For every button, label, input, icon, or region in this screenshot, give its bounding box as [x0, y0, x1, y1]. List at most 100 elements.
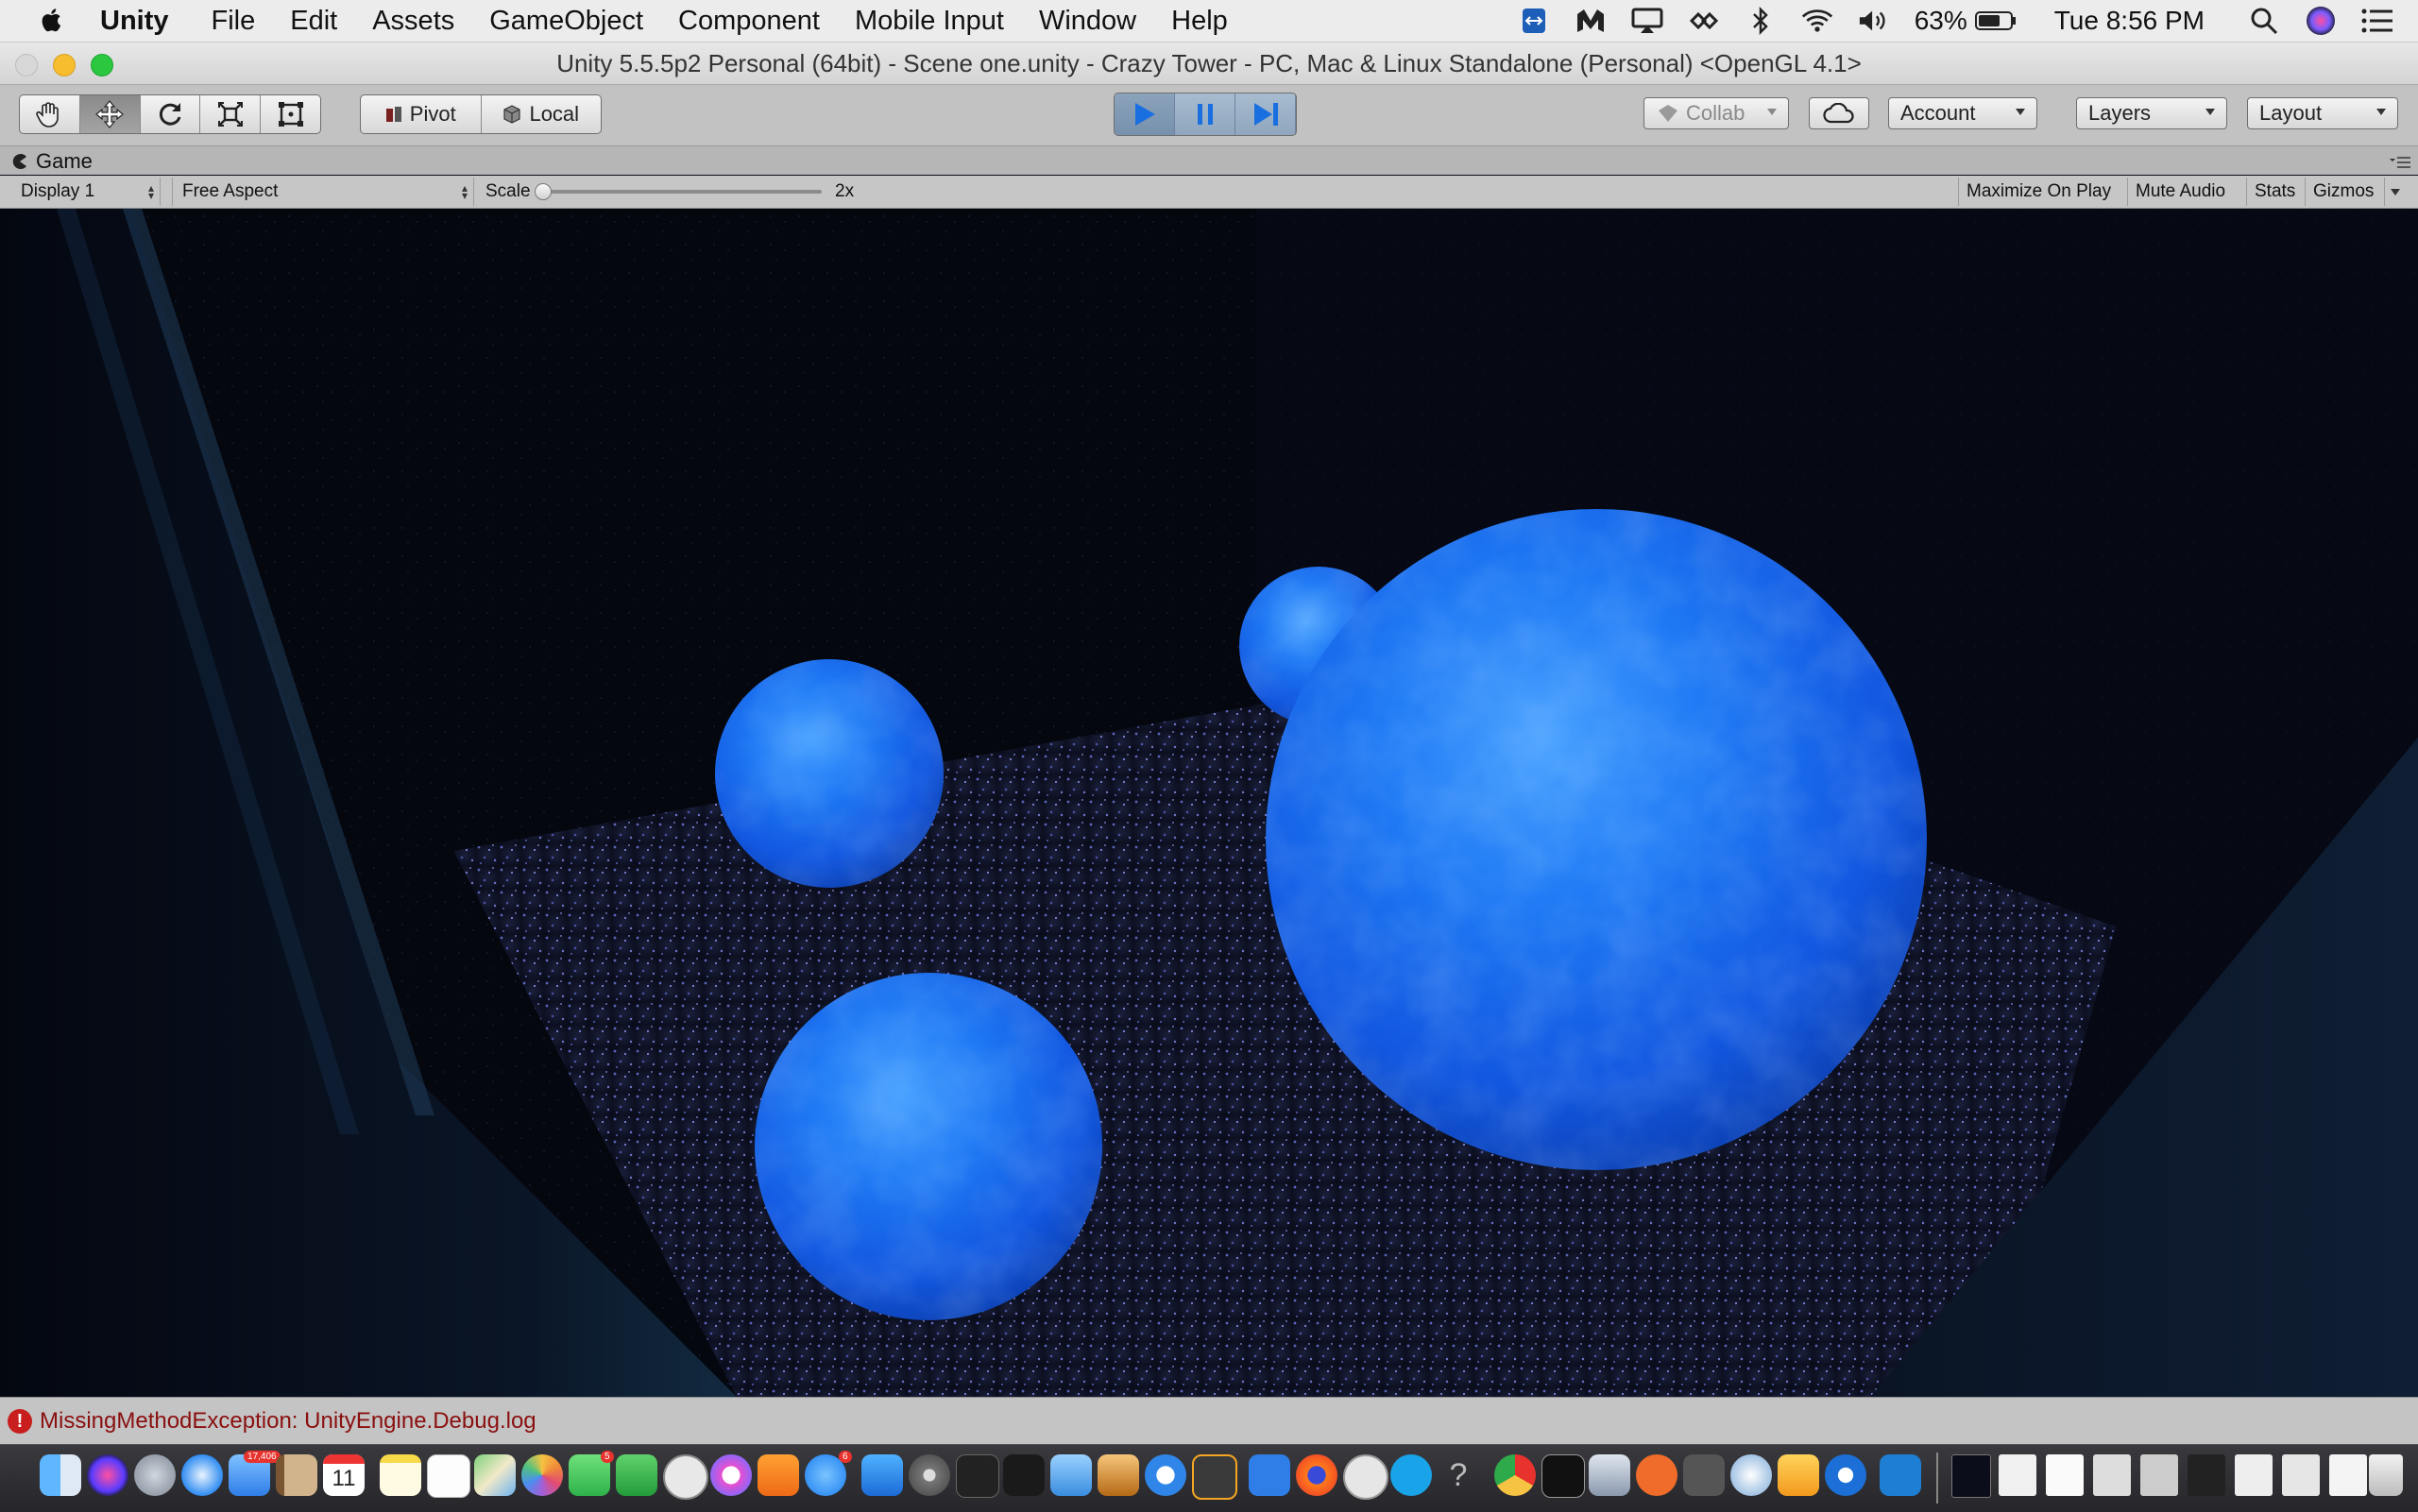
menu-mobile-input[interactable]: Mobile Input [855, 6, 1004, 37]
volume-icon[interactable] [1858, 5, 1890, 37]
menu-component[interactable]: Component [678, 6, 820, 37]
xcode-icon[interactable] [861, 1454, 903, 1496]
disabled-app-icon[interactable] [1343, 1454, 1388, 1500]
play-button[interactable] [1115, 93, 1175, 135]
stats-toggle[interactable]: Stats [2246, 178, 2303, 206]
photos-icon[interactable] [521, 1454, 563, 1496]
battery-icon[interactable] [1974, 5, 2017, 37]
generic-app-icon[interactable] [1050, 1454, 1092, 1496]
window-thumbnail-icon[interactable] [2235, 1454, 2273, 1496]
layout-dropdown[interactable]: Layout [2247, 97, 2398, 129]
menu-assets[interactable]: Assets [372, 6, 454, 37]
system-preferences-icon[interactable] [909, 1454, 950, 1496]
sketch-icon[interactable] [1778, 1454, 1819, 1496]
ibooks-icon[interactable] [758, 1454, 799, 1496]
maps-icon[interactable] [474, 1454, 516, 1496]
collab-dropdown[interactable]: Collab [1643, 97, 1789, 129]
apple-menu-icon[interactable] [36, 5, 68, 37]
postman-icon[interactable] [1636, 1454, 1677, 1496]
contacts-icon[interactable] [276, 1454, 317, 1496]
move-tool-button[interactable] [79, 95, 141, 133]
link-icon[interactable] [1688, 5, 1720, 37]
gizmos-toggle[interactable]: Gizmos [2305, 178, 2381, 206]
step-button[interactable] [1235, 93, 1296, 135]
gizmos-dropdown-arrow[interactable] [2384, 178, 2406, 206]
unity-icon[interactable] [956, 1454, 999, 1498]
downloads-icon[interactable] [2282, 1454, 2320, 1496]
scanner-icon[interactable] [1589, 1454, 1630, 1496]
numbers-icon[interactable] [616, 1454, 657, 1496]
maximize-on-play-toggle[interactable]: Maximize On Play [1958, 178, 2119, 206]
siri-icon[interactable] [2305, 5, 2337, 37]
window-thumbnail-icon[interactable] [2188, 1454, 2225, 1496]
visual-studio-code-icon[interactable] [1880, 1454, 1921, 1496]
dock-separator [1936, 1453, 1938, 1504]
rotate-tool-button[interactable] [141, 95, 201, 133]
launchpad-icon[interactable] [134, 1454, 176, 1496]
chevron-down-icon [2205, 109, 2215, 115]
safari-icon[interactable] [181, 1454, 223, 1496]
help-icon[interactable]: ? [1438, 1454, 1479, 1496]
skype-icon[interactable] [1390, 1454, 1432, 1496]
menu-clock[interactable]: Tue 8:56 PM [2054, 6, 2205, 36]
window-thumbnail-icon[interactable] [2046, 1454, 2084, 1496]
calendar-icon[interactable]: 11 [323, 1454, 365, 1496]
chrome-icon[interactable] [1494, 1454, 1536, 1496]
visual-studio-icon[interactable] [1145, 1454, 1186, 1496]
layers-dropdown[interactable]: Layers [2076, 97, 2227, 129]
finder-icon[interactable] [40, 1454, 81, 1496]
trash-icon[interactable] [2369, 1454, 2403, 1496]
keychain-icon[interactable] [1683, 1454, 1725, 1496]
malwarebytes-icon[interactable] [1575, 5, 1607, 37]
transform-tools [19, 94, 321, 134]
sublime-text-icon[interactable] [1192, 1454, 1237, 1500]
scale-tool-button[interactable] [200, 95, 262, 133]
network-icon[interactable] [1730, 1454, 1772, 1496]
rect-tool-button[interactable] [261, 95, 320, 133]
reminders-icon[interactable] [427, 1454, 470, 1498]
scale-slider-thumb[interactable] [535, 183, 552, 200]
itunes-icon[interactable] [710, 1454, 752, 1496]
menu-app-unity[interactable]: Unity [100, 6, 169, 37]
display-dropdown[interactable]: Display 1 ▴ ▾ [11, 178, 161, 206]
cloud-services-button[interactable] [1809, 97, 1869, 129]
bluetooth-icon[interactable] [1745, 5, 1777, 37]
wifi-icon[interactable] [1801, 5, 1833, 37]
window-thumbnail-icon[interactable] [1951, 1454, 1991, 1498]
firefox-icon[interactable] [1296, 1454, 1337, 1496]
terminal-icon[interactable] [1541, 1454, 1585, 1498]
mute-audio-toggle[interactable]: Mute Audio [2127, 178, 2233, 206]
hand-tool-button[interactable] [20, 95, 80, 133]
account-dropdown[interactable]: Account [1888, 97, 2037, 129]
aspect-dropdown[interactable]: Free Aspect ▴ ▾ [172, 178, 474, 206]
notification-center-icon[interactable] [2361, 5, 2393, 37]
scale-slider[interactable] [535, 183, 822, 200]
notes-icon[interactable] [380, 1454, 421, 1496]
window-thumbnail-icon[interactable] [1999, 1454, 2036, 1496]
menu-edit[interactable]: Edit [290, 6, 337, 37]
unknown-app-icon[interactable] [663, 1454, 708, 1500]
siri-icon[interactable] [87, 1454, 128, 1496]
vectorize-icon[interactable] [1003, 1454, 1045, 1496]
window-thumbnail-icon[interactable] [2093, 1454, 2131, 1496]
menu-help[interactable]: Help [1171, 6, 1228, 37]
menu-gameobject[interactable]: GameObject [489, 6, 643, 37]
teamviewer-icon[interactable] [1518, 5, 1550, 37]
teamviewer-icon[interactable] [1825, 1454, 1866, 1496]
window-thumbnail-icon[interactable] [2140, 1454, 2178, 1496]
game-tab[interactable]: Game [11, 148, 93, 175]
spotlight-search-icon[interactable] [2248, 5, 2280, 37]
game-viewport[interactable] [0, 209, 2418, 1397]
menu-window[interactable]: Window [1039, 6, 1136, 37]
airplay-icon[interactable] [1631, 5, 1663, 37]
local-toggle[interactable]: Local [482, 95, 602, 133]
pause-button[interactable] [1175, 93, 1235, 135]
panel-menu-icon[interactable] [2390, 156, 2410, 169]
window-thumbnail-icon[interactable] [2329, 1454, 2367, 1496]
menu-file[interactable]: File [212, 6, 256, 37]
console-status-bar[interactable]: ! MissingMethodException: UnityEngine.De… [0, 1397, 2418, 1445]
pivot-toggle[interactable]: Pivot [361, 95, 482, 133]
html5-icon[interactable] [1249, 1454, 1290, 1496]
sublime-text-icon[interactable] [1098, 1454, 1139, 1496]
console-error-message[interactable]: MissingMethodException: UnityEngine.Debu… [40, 1408, 536, 1435]
